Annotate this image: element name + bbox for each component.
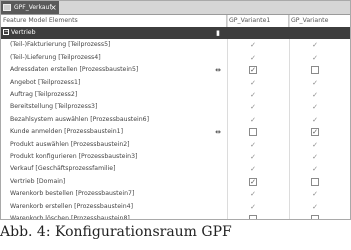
feature-label: Produkt auswählen [Prozessbaustein2] xyxy=(10,140,130,148)
table-row[interactable]: Vertrieb [Domain] ✓ xyxy=(1,176,350,188)
table-row[interactable]: Warenkorb erstellen [Prozessbaustein4] ✓ ✓ xyxy=(1,201,350,213)
check-icon-v2[interactable]: ✓ xyxy=(311,203,319,211)
table-row[interactable]: (Teil-)Lieferung [Teilprozess4] ✓ ✓ xyxy=(1,52,350,64)
tab-bar: GPF_Verkauf × xyxy=(1,1,350,15)
root-label-cell: − Vertrieb xyxy=(1,27,209,39)
table-row[interactable]: Warenkorb löschen [Prozessbaustein8] xyxy=(1,213,350,220)
check-icon-v2[interactable]: ✓ xyxy=(311,79,319,87)
check-icon-v2[interactable]: ✓ xyxy=(311,190,319,198)
feature-label: Adressdaten erstellen [Prozessbaustein5] xyxy=(10,66,139,74)
check-icon-v2[interactable]: ✓ xyxy=(311,41,319,49)
check-icon-v1[interactable]: ✓ xyxy=(249,116,257,124)
check-icon-v1[interactable]: ✓ xyxy=(249,165,257,173)
check-icon-v1[interactable]: ✓ xyxy=(249,203,257,211)
table-row[interactable]: Produkt auswählen [Prozessbaustein2] ✓ ✓ xyxy=(1,139,350,151)
tab-gpf-verkauf[interactable]: GPF_Verkauf × xyxy=(1,1,59,14)
editor-icon xyxy=(3,4,11,11)
table-row[interactable]: Auftrag [Teilprozess2] ✓ ✓ xyxy=(1,89,350,101)
feature-label: Bereitstellung [Teilprozess3] xyxy=(10,103,98,111)
root-label: Vertrieb xyxy=(11,29,36,36)
column-header-elements[interactable]: Feature Model Elements xyxy=(1,15,227,27)
table-row[interactable]: Verkauf [Geschäftsprozessfamilie] ✓ ✓ xyxy=(1,163,350,175)
feature-label: Verkauf [Geschäftsprozessfamilie] xyxy=(10,165,116,173)
collapse-icon[interactable]: − xyxy=(3,29,9,35)
tab-label: GPF_Verkauf xyxy=(14,4,52,11)
check-icon-v2[interactable]: ✓ xyxy=(311,116,319,124)
table-row[interactable]: Produkt konfigurieren [Prozessbaustein3]… xyxy=(1,151,350,163)
check-icon-v1[interactable]: ✓ xyxy=(249,79,257,87)
checkbox-v2[interactable]: ✓ xyxy=(311,128,319,137)
feature-label: Warenkorb löschen [Prozessbaustein8] xyxy=(10,215,130,220)
root-marker-icon: ▮ xyxy=(216,29,220,37)
feature-label: (Teil-)Lieferung [Teilprozess4] xyxy=(10,53,101,61)
column-header-variant2[interactable]: GP_Variante xyxy=(289,15,350,27)
check-icon-v2[interactable]: ✓ xyxy=(311,141,319,149)
table-row[interactable]: Kunde anmelden [Prozessbaustein1] ⇹ ✓ xyxy=(1,126,350,138)
checkbox-v1[interactable] xyxy=(249,128,257,137)
check-icon-v1[interactable]: ✓ xyxy=(249,190,257,198)
table-row[interactable]: Bereitstellung [Teilprozess3] ✓ ✓ xyxy=(1,101,350,113)
check-icon-v1[interactable]: ✓ xyxy=(249,91,257,99)
checkbox-v1[interactable]: ✓ xyxy=(249,66,257,75)
feature-label: Angebot [Teilprozess1] xyxy=(10,78,81,86)
dependency-icon: ⇹ xyxy=(215,66,221,75)
table-row[interactable]: (Teil-)Fakturierung [Teilprozess5] ✓ ✓ xyxy=(1,39,350,51)
feature-label: Bezahlsystem auswählen [Prozessbaustein6… xyxy=(10,115,150,123)
feature-label: Produkt konfigurieren [Prozessbaustein3] xyxy=(10,153,138,160)
feature-label: Warenkorb erstellen [Prozessbaustein4] xyxy=(10,202,133,210)
check-icon-v1[interactable]: ✓ xyxy=(249,141,257,149)
feature-label: Vertrieb [Domain] xyxy=(10,177,66,185)
check-icon-v2[interactable]: ✓ xyxy=(311,103,319,111)
checkbox-v1[interactable] xyxy=(249,215,257,219)
figure-caption: Abb. 4: Konfigurationsraum GPF xyxy=(0,224,232,240)
table-row[interactable]: Bezahlsystem auswählen [Prozessbaustein6… xyxy=(1,114,350,126)
column-header-variant1[interactable]: GP_Variante1 xyxy=(227,15,289,27)
feature-model-editor: GPF_Verkauf × Feature Model Elements GP_… xyxy=(0,0,351,220)
check-icon-v1[interactable]: ✓ xyxy=(249,103,257,111)
checkbox-v2[interactable] xyxy=(311,177,319,186)
feature-label: Auftrag [Teilprozess2] xyxy=(10,91,78,98)
check-icon-v2[interactable]: ✓ xyxy=(311,165,319,173)
table-header: Feature Model Elements GP_Variante1 GP_V… xyxy=(1,15,350,27)
table-row[interactable]: Warenkorb bestellen [Prozessbaustein7] ✓ ✓ xyxy=(1,188,350,200)
check-icon-v2[interactable]: ✓ xyxy=(311,91,319,99)
checkbox-v1[interactable]: ✓ xyxy=(249,177,257,186)
check-icon-v1[interactable]: ✓ xyxy=(249,153,257,161)
feature-label: (Teil-)Fakturierung [Teilprozess5] xyxy=(10,41,111,49)
table-row-root[interactable]: − Vertrieb ▮ xyxy=(1,27,350,39)
check-icon-v1[interactable]: ✓ xyxy=(249,54,257,62)
dependency-icon: ⇹ xyxy=(215,128,221,137)
feature-label: Kunde anmelden [Prozessbaustein1] xyxy=(10,128,124,136)
check-icon-v2[interactable]: ✓ xyxy=(311,153,319,161)
check-icon-v2[interactable]: ✓ xyxy=(311,54,319,62)
table-row[interactable]: Angebot [Teilprozess1] ✓ ✓ xyxy=(1,77,350,89)
close-icon[interactable]: × xyxy=(50,1,57,14)
table-row[interactable]: Adressdaten erstellen [Prozessbaustein5]… xyxy=(1,64,350,76)
checkbox-v2[interactable] xyxy=(311,215,319,219)
checkbox-v2[interactable] xyxy=(311,66,319,75)
check-icon-v1[interactable]: ✓ xyxy=(249,41,257,49)
feature-label: Warenkorb bestellen [Prozessbaustein7] xyxy=(10,190,135,198)
